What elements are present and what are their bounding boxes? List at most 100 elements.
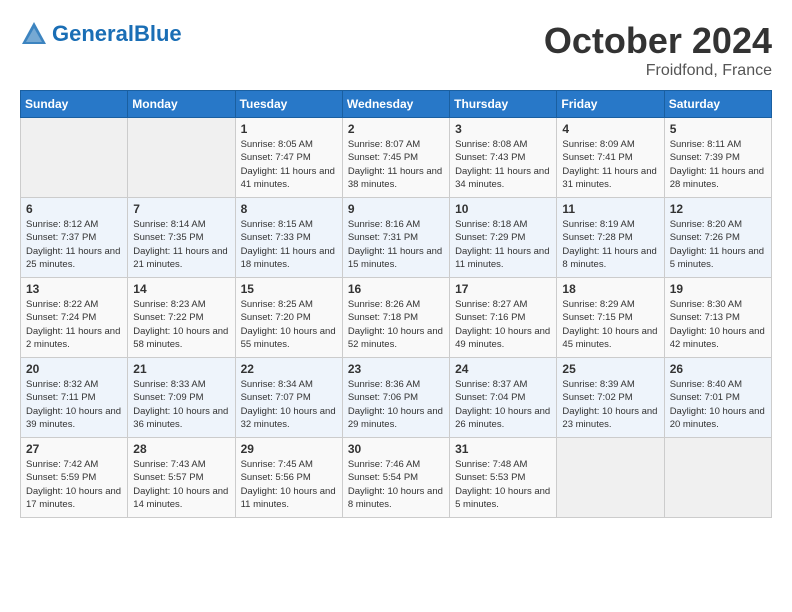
weekday-header-friday: Friday — [557, 91, 664, 118]
weekday-header-tuesday: Tuesday — [235, 91, 342, 118]
cell-content: Sunrise: 8:16 AM Sunset: 7:31 PM Dayligh… — [348, 218, 444, 271]
calendar-cell: 11 Sunrise: 8:19 AM Sunset: 7:28 PM Dayli… — [557, 198, 664, 278]
day-number: 29 — [241, 442, 337, 456]
calendar-week-row: 13 Sunrise: 8:22 AM Sunset: 7:24 PM Dayli… — [21, 278, 772, 358]
calendar-cell: 22 Sunrise: 8:34 AM Sunset: 7:07 PM Dayli… — [235, 358, 342, 438]
day-number: 11 — [562, 202, 658, 216]
day-number: 18 — [562, 282, 658, 296]
day-number: 12 — [670, 202, 766, 216]
day-number: 4 — [562, 122, 658, 136]
calendar-cell: 23 Sunrise: 8:36 AM Sunset: 7:06 PM Dayli… — [342, 358, 449, 438]
calendar-cell: 20 Sunrise: 8:32 AM Sunset: 7:11 PM Dayli… — [21, 358, 128, 438]
logo: GeneralBlue — [20, 20, 182, 48]
calendar-cell: 4 Sunrise: 8:09 AM Sunset: 7:41 PM Daylig… — [557, 118, 664, 198]
cell-content: Sunrise: 8:09 AM Sunset: 7:41 PM Dayligh… — [562, 138, 658, 191]
day-number: 3 — [455, 122, 551, 136]
calendar-cell: 21 Sunrise: 8:33 AM Sunset: 7:09 PM Dayli… — [128, 358, 235, 438]
weekday-header-wednesday: Wednesday — [342, 91, 449, 118]
cell-content: Sunrise: 8:36 AM Sunset: 7:06 PM Dayligh… — [348, 378, 444, 431]
calendar-cell: 25Sunrise: 8:39 AM Sunset: 7:02 PM Dayli… — [557, 358, 664, 438]
title-block: October 2024 Froidfond, France — [544, 20, 772, 80]
calendar-cell: 15 Sunrise: 8:25 AM Sunset: 7:20 PM Dayli… — [235, 278, 342, 358]
day-number: 31 — [455, 442, 551, 456]
logo-icon — [20, 20, 48, 48]
cell-content: Sunrise: 8:40 AM Sunset: 7:01 PM Dayligh… — [670, 378, 766, 431]
calendar-week-row: 27Sunrise: 7:42 AM Sunset: 5:59 PM Dayli… — [21, 438, 772, 518]
calendar-cell: 27Sunrise: 7:42 AM Sunset: 5:59 PM Dayli… — [21, 438, 128, 518]
day-number: 30 — [348, 442, 444, 456]
calendar-cell: 31Sunrise: 7:48 AM Sunset: 5:53 PM Dayli… — [450, 438, 557, 518]
cell-content: Sunrise: 8:18 AM Sunset: 7:29 PM Dayligh… — [455, 218, 551, 271]
cell-content: Sunrise: 8:30 AM Sunset: 7:13 PM Dayligh… — [670, 298, 766, 351]
calendar-cell: 14Sunrise: 8:23 AM Sunset: 7:22 PM Dayli… — [128, 278, 235, 358]
cell-content: Sunrise: 8:15 AM Sunset: 7:33 PM Dayligh… — [241, 218, 337, 271]
cell-content: Sunrise: 8:14 AM Sunset: 7:35 PM Dayligh… — [133, 218, 229, 271]
cell-content: Sunrise: 8:27 AM Sunset: 7:16 PM Dayligh… — [455, 298, 551, 351]
calendar-cell: 10 Sunrise: 8:18 AM Sunset: 7:29 PM Dayli… — [450, 198, 557, 278]
calendar-cell: 2Sunrise: 8:07 AM Sunset: 7:45 PM Daylig… — [342, 118, 449, 198]
calendar-cell — [557, 438, 664, 518]
calendar-cell: 28Sunrise: 7:43 AM Sunset: 5:57 PM Dayli… — [128, 438, 235, 518]
day-number: 10 — [455, 202, 551, 216]
day-number: 5 — [670, 122, 766, 136]
cell-content: Sunrise: 8:33 AM Sunset: 7:09 PM Dayligh… — [133, 378, 229, 431]
day-number: 23 — [348, 362, 444, 376]
calendar-cell: 29Sunrise: 7:45 AM Sunset: 5:56 PM Dayli… — [235, 438, 342, 518]
cell-content: Sunrise: 8:37 AM Sunset: 7:04 PM Dayligh… — [455, 378, 551, 431]
day-number: 24 — [455, 362, 551, 376]
day-number: 15 — [241, 282, 337, 296]
cell-content: Sunrise: 8:39 AM Sunset: 7:02 PM Dayligh… — [562, 378, 658, 431]
day-number: 9 — [348, 202, 444, 216]
logo-line1: General — [52, 21, 134, 46]
day-number: 21 — [133, 362, 229, 376]
cell-content: Sunrise: 8:29 AM Sunset: 7:15 PM Dayligh… — [562, 298, 658, 351]
day-number: 22 — [241, 362, 337, 376]
cell-content: Sunrise: 8:26 AM Sunset: 7:18 PM Dayligh… — [348, 298, 444, 351]
calendar-cell — [21, 118, 128, 198]
day-number: 8 — [241, 202, 337, 216]
calendar-cell — [128, 118, 235, 198]
weekday-header-sunday: Sunday — [21, 91, 128, 118]
day-number: 17 — [455, 282, 551, 296]
day-number: 13 — [26, 282, 122, 296]
calendar-cell: 8 Sunrise: 8:15 AM Sunset: 7:33 PM Daylig… — [235, 198, 342, 278]
cell-content: Sunrise: 8:19 AM Sunset: 7:28 PM Dayligh… — [562, 218, 658, 271]
cell-content: Sunrise: 8:34 AM Sunset: 7:07 PM Dayligh… — [241, 378, 337, 431]
cell-content: Sunrise: 8:05 AM Sunset: 7:47 PM Dayligh… — [241, 138, 337, 191]
calendar-cell — [664, 438, 771, 518]
calendar-cell: 3 Sunrise: 8:08 AM Sunset: 7:43 PM Daylig… — [450, 118, 557, 198]
weekday-header-row: SundayMondayTuesdayWednesdayThursdayFrid… — [21, 91, 772, 118]
cell-content: Sunrise: 8:08 AM Sunset: 7:43 PM Dayligh… — [455, 138, 551, 191]
cell-content: Sunrise: 7:42 AM Sunset: 5:59 PM Dayligh… — [26, 458, 122, 511]
cell-content: Sunrise: 8:12 AM Sunset: 7:37 PM Dayligh… — [26, 218, 122, 271]
cell-content: Sunrise: 8:11 AM Sunset: 7:39 PM Dayligh… — [670, 138, 766, 191]
calendar-cell: 7Sunrise: 8:14 AM Sunset: 7:35 PM Daylig… — [128, 198, 235, 278]
weekday-header-thursday: Thursday — [450, 91, 557, 118]
cell-content: Sunrise: 7:46 AM Sunset: 5:54 PM Dayligh… — [348, 458, 444, 511]
cell-content: Sunrise: 8:32 AM Sunset: 7:11 PM Dayligh… — [26, 378, 122, 431]
calendar-week-row: 6Sunrise: 8:12 AM Sunset: 7:37 PM Daylig… — [21, 198, 772, 278]
day-number: 1 — [241, 122, 337, 136]
calendar-cell: 17 Sunrise: 8:27 AM Sunset: 7:16 PM Dayli… — [450, 278, 557, 358]
month-title: October 2024 — [544, 20, 772, 62]
day-number: 16 — [348, 282, 444, 296]
cell-content: Sunrise: 8:07 AM Sunset: 7:45 PM Dayligh… — [348, 138, 444, 191]
cell-content: Sunrise: 8:22 AM Sunset: 7:24 PM Dayligh… — [26, 298, 122, 351]
page-header: GeneralBlue October 2024 Froidfond, Fran… — [20, 20, 772, 80]
cell-content: Sunrise: 8:23 AM Sunset: 7:22 PM Dayligh… — [133, 298, 229, 351]
cell-content: Sunrise: 8:25 AM Sunset: 7:20 PM Dayligh… — [241, 298, 337, 351]
day-number: 19 — [670, 282, 766, 296]
calendar-cell: 30 Sunrise: 7:46 AM Sunset: 5:54 PM Dayli… — [342, 438, 449, 518]
calendar-cell: 9 Sunrise: 8:16 AM Sunset: 7:31 PM Daylig… — [342, 198, 449, 278]
cell-content: Sunrise: 8:20 AM Sunset: 7:26 PM Dayligh… — [670, 218, 766, 271]
calendar-cell: 19 Sunrise: 8:30 AM Sunset: 7:13 PM Dayli… — [664, 278, 771, 358]
calendar-table: SundayMondayTuesdayWednesdayThursdayFrid… — [20, 90, 772, 518]
calendar-week-row: 20 Sunrise: 8:32 AM Sunset: 7:11 PM Dayli… — [21, 358, 772, 438]
calendar-cell: 6Sunrise: 8:12 AM Sunset: 7:37 PM Daylig… — [21, 198, 128, 278]
calendar-week-row: 1 Sunrise: 8:05 AM Sunset: 7:47 PM Daylig… — [21, 118, 772, 198]
day-number: 20 — [26, 362, 122, 376]
calendar-cell: 26Sunrise: 8:40 AM Sunset: 7:01 PM Dayli… — [664, 358, 771, 438]
weekday-header-saturday: Saturday — [664, 91, 771, 118]
calendar-cell: 18 Sunrise: 8:29 AM Sunset: 7:15 PM Dayli… — [557, 278, 664, 358]
logo-text: GeneralBlue — [52, 22, 182, 46]
